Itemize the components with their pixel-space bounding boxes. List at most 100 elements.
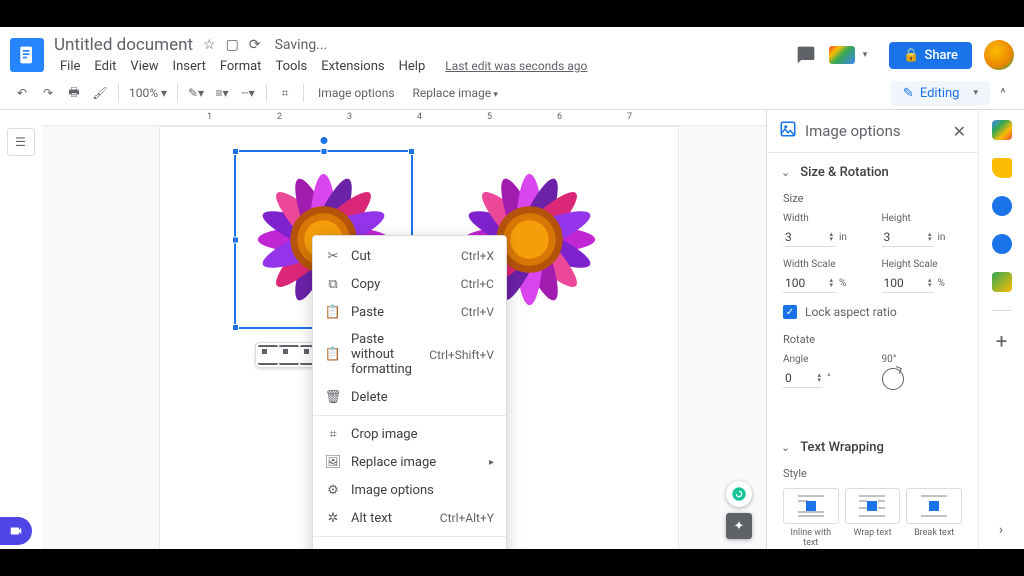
width-label: Width — [783, 213, 864, 224]
cm-image-options[interactable]: ⚙Image options — [313, 476, 506, 504]
height-scale-input[interactable]: 100▴▾ — [882, 273, 934, 293]
meet-pill-icon[interactable] — [0, 517, 32, 545]
cm-alt-text[interactable]: ✲Alt textCtrl+Alt+Y — [313, 504, 506, 532]
cm-cut[interactable]: ✂CutCtrl+X — [313, 242, 506, 270]
menu-extensions[interactable]: Extensions — [315, 57, 390, 76]
zoom-select[interactable]: 100% ▾ — [125, 86, 171, 100]
grammarly-icon[interactable] — [726, 481, 752, 507]
style-heading: Style — [783, 467, 962, 480]
menu-format[interactable]: Format — [214, 57, 268, 76]
cm-view-more[interactable]: ⋮View more actions▸ — [313, 541, 506, 549]
wrap-break[interactable]: Break text — [906, 488, 962, 548]
cm-copy[interactable]: ⧉CopyCtrl+C — [313, 270, 506, 298]
cm-paste[interactable]: 📋PasteCtrl+V — [313, 298, 506, 326]
ninety-label: 90° — [882, 354, 963, 365]
contacts-addon-icon[interactable] — [992, 234, 1012, 254]
angle-input[interactable]: 0▴▾ — [783, 368, 823, 388]
outline-icon[interactable]: ☰ — [7, 128, 35, 156]
last-edit-link[interactable]: Last edit was seconds ago — [439, 57, 593, 75]
menu-edit[interactable]: Edit — [88, 57, 122, 76]
size-heading: Size — [783, 192, 962, 205]
maps-addon-icon[interactable] — [992, 272, 1012, 292]
replace-image-button[interactable]: Replace image — [405, 82, 506, 104]
menu-tools[interactable]: Tools — [269, 57, 313, 76]
rotate-90-button[interactable] — [882, 368, 904, 390]
menu-bar: File Edit View Insert Format Tools Exten… — [54, 57, 795, 76]
crop-icon[interactable]: ⌗ — [273, 81, 297, 105]
left-rail: ☰ — [0, 110, 42, 549]
trash-icon: 🗑 — [325, 389, 341, 405]
toolbar: ↶ ↷ 🖶 🖌 100% ▾ ✎▾ ≡▾ ┄▾ ⌗ Image options … — [0, 77, 1024, 110]
chevron-down-icon: ⌄ — [781, 441, 790, 454]
image-options-panel: Image options ✕ ⌄ Size & Rotation Size W… — [766, 110, 978, 549]
document-canvas[interactable]: 1 2 3 4 5 6 7 — [42, 110, 766, 549]
calendar-addon-icon[interactable] — [992, 120, 1012, 140]
meet-icon[interactable] — [829, 46, 855, 64]
clipboard-icon: 📋 — [325, 304, 341, 320]
lock-icon: 🔒 — [903, 48, 919, 63]
move-icon[interactable]: ▢ — [226, 37, 239, 53]
editing-mode-button[interactable]: ✎ Editing — [891, 81, 990, 106]
print-icon[interactable]: 🖶 — [62, 81, 86, 105]
wrap-inline[interactable]: Inline with text — [783, 488, 839, 548]
saving-status: Saving... — [275, 37, 328, 53]
cloud-saving-icon: ⟳ — [249, 37, 261, 53]
context-menu: ✂CutCtrl+X ⧉CopyCtrl+C 📋PasteCtrl+V 📋Pas… — [312, 235, 507, 549]
keep-addon-icon[interactable] — [992, 158, 1012, 178]
redo-icon[interactable]: ↷ — [36, 81, 60, 105]
wrap-wrap[interactable]: Wrap text — [845, 488, 901, 548]
cm-crop-image[interactable]: ⌗Crop image — [313, 420, 506, 448]
share-label: Share — [924, 48, 958, 63]
pencil-icon: ✎ — [903, 86, 914, 101]
height-label: Height — [882, 213, 963, 224]
cm-delete[interactable]: 🗑Delete — [313, 383, 506, 411]
image-panel-icon — [779, 120, 797, 142]
document-title[interactable]: Untitled document — [54, 35, 193, 55]
rotate-heading: Rotate — [783, 333, 962, 346]
width-scale-input[interactable]: 100▴▾ — [783, 273, 835, 293]
close-icon[interactable]: ✕ — [953, 122, 966, 141]
chevron-down-icon: ⌄ — [781, 166, 790, 179]
undo-icon[interactable]: ↶ — [10, 81, 34, 105]
get-addons-icon[interactable]: + — [996, 329, 1007, 353]
cm-replace-image[interactable]: 🖼Replace image▸ — [313, 448, 506, 476]
collapse-rail-icon[interactable]: › — [990, 519, 1012, 541]
menu-view[interactable]: View — [124, 57, 164, 76]
menu-help[interactable]: Help — [393, 57, 432, 76]
section-text-wrapping[interactable]: ⌄ Text Wrapping — [767, 428, 978, 467]
share-button[interactable]: 🔒 Share — [889, 42, 972, 69]
angle-label: Angle — [783, 354, 864, 365]
more-icon: ⋮ — [325, 547, 341, 549]
checkmark-icon: ✓ — [783, 305, 797, 319]
border-weight-icon[interactable]: ≡▾ — [210, 81, 234, 105]
copy-icon: ⧉ — [325, 276, 341, 292]
section-size-rotation[interactable]: ⌄ Size & Rotation — [767, 153, 978, 192]
image-options-button[interactable]: Image options — [310, 82, 402, 104]
image-replace-icon: 🖼 — [325, 454, 341, 470]
addons-rail: + — [978, 110, 1024, 549]
width-scale-label: Width Scale — [783, 259, 864, 270]
height-scale-label: Height Scale — [882, 259, 963, 270]
lock-aspect-checkbox[interactable]: ✓ Lock aspect ratio — [783, 305, 962, 319]
comment-history-icon[interactable] — [795, 44, 817, 66]
menu-insert[interactable]: Insert — [167, 57, 212, 76]
cm-paste-without-formatting[interactable]: 📋Paste without formattingCtrl+Shift+V — [313, 326, 506, 383]
accessibility-icon: ✲ — [325, 510, 341, 526]
height-input[interactable]: 3▴▾ — [882, 227, 934, 247]
scissors-icon: ✂ — [325, 248, 341, 264]
wrap-inline-icon[interactable] — [258, 345, 278, 365]
border-dash-icon[interactable]: ┄▾ — [236, 81, 260, 105]
tasks-addon-icon[interactable] — [992, 196, 1012, 216]
horizontal-ruler: 1 2 3 4 5 6 7 — [42, 110, 766, 126]
paint-format-icon[interactable]: 🖌 — [88, 81, 112, 105]
star-icon[interactable]: ☆ — [203, 37, 216, 53]
chevron-up-icon[interactable]: ^ — [992, 86, 1014, 101]
tune-icon: ⚙ — [325, 482, 341, 498]
wrap-wrap-icon[interactable] — [279, 345, 299, 365]
explore-icon[interactable]: ✦ — [726, 513, 752, 539]
menu-file[interactable]: File — [54, 57, 86, 76]
docs-logo-icon[interactable] — [10, 38, 44, 72]
width-input[interactable]: 3▴▾ — [783, 227, 835, 247]
border-color-icon[interactable]: ✎▾ — [184, 81, 208, 105]
avatar[interactable] — [984, 40, 1014, 70]
